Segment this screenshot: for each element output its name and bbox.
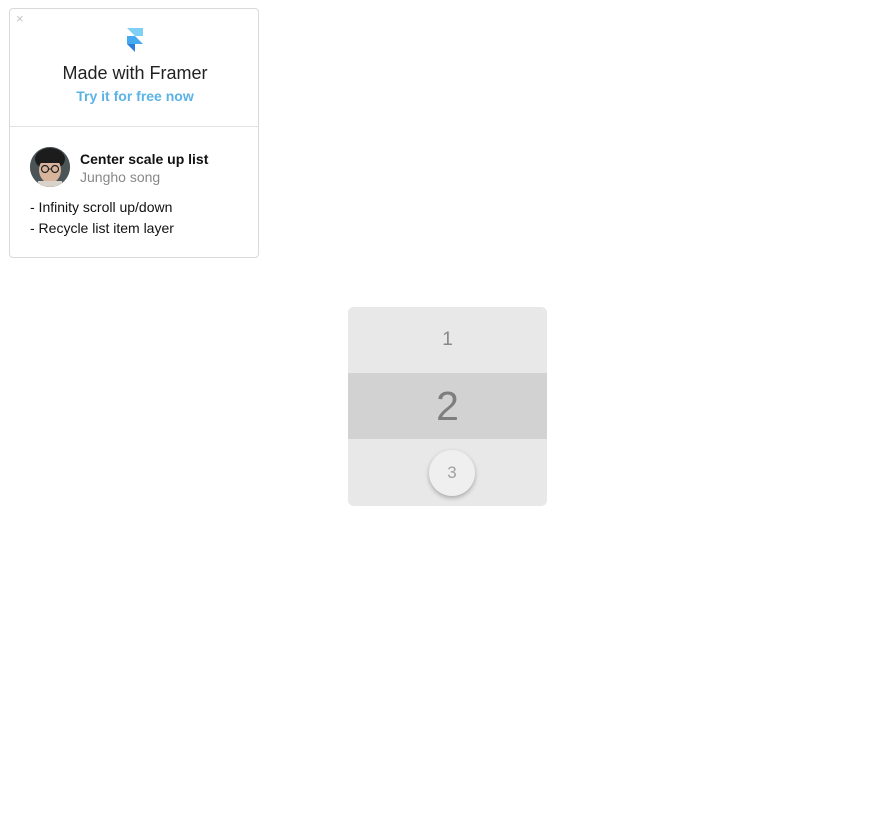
description-line: - Recycle list item layer [30, 220, 174, 236]
list-item-3-label: 3 [447, 463, 457, 482]
card-title: Made with Framer [62, 63, 208, 83]
card-divider [10, 126, 258, 127]
list-item-1[interactable]: 1 [348, 307, 547, 373]
avatar [30, 147, 70, 187]
project-title: Center scale up list [80, 151, 209, 167]
list-item-2-selected[interactable]: 2 [348, 373, 547, 439]
close-icon[interactable]: × [16, 11, 24, 27]
project-author: Jungho song [80, 169, 161, 185]
framer-logo-icon [127, 28, 143, 52]
try-free-link[interactable]: Try it for free now [10, 88, 260, 104]
made-with-framer-card: × Made with Framer Try it for free now C… [9, 8, 259, 258]
description-line: - Infinity scroll up/down [30, 199, 173, 215]
